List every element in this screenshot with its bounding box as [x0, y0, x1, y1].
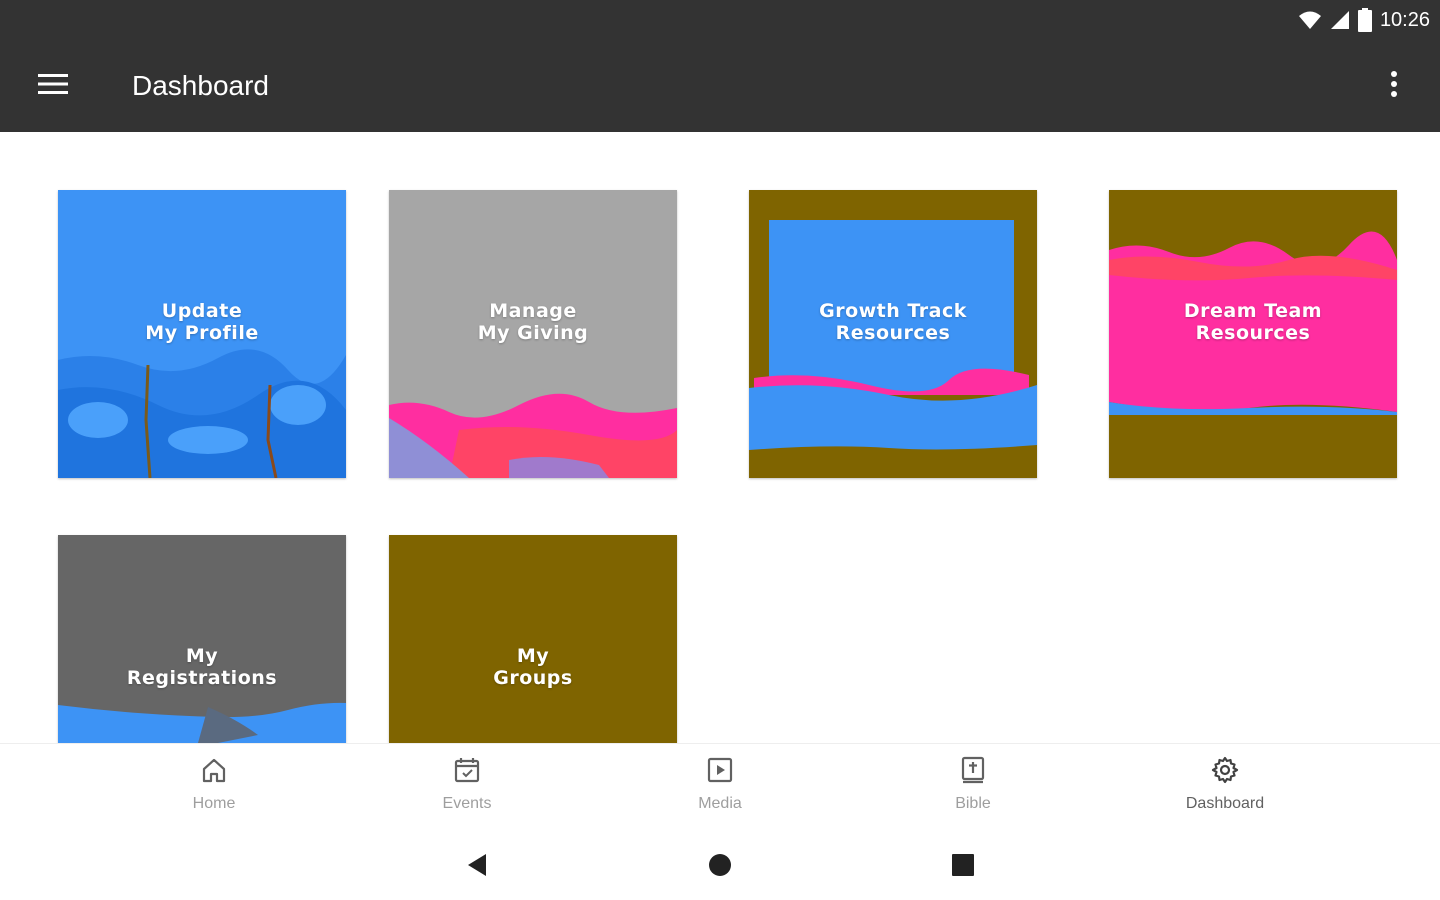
- overflow-menu-icon: [1390, 70, 1398, 103]
- gear-icon: [1211, 756, 1239, 789]
- system-back-button[interactable]: [461, 851, 493, 883]
- tile-update-my-profile[interactable]: Update My Profile: [58, 190, 346, 478]
- tile-label-line1: Manage: [489, 300, 577, 322]
- signal-icon: [1330, 10, 1350, 30]
- recents-icon: [951, 853, 975, 882]
- calendar-icon: [453, 756, 481, 789]
- battery-icon: [1357, 8, 1372, 32]
- tile-label-line2: Registrations: [126, 667, 278, 689]
- menu-icon: [38, 72, 68, 101]
- status-bar: 10:26: [0, 0, 1440, 40]
- tile-label-line1: Dream Team: [1183, 300, 1323, 322]
- tile-image: [58, 535, 346, 743]
- bible-icon: [959, 756, 987, 789]
- tile-label: My Groups: [389, 645, 677, 689]
- menu-button[interactable]: [24, 64, 84, 108]
- nav-item-bible[interactable]: Bible: [893, 756, 1053, 826]
- status-icons: 10:26: [1298, 6, 1430, 34]
- tile-label-line1: Update: [161, 300, 243, 322]
- tile-label: Dream Team Resources: [1109, 300, 1397, 344]
- tile-label-line2: Resources: [835, 322, 951, 344]
- nav-label-bible: Bible: [955, 795, 991, 812]
- bottom-navigation: Home Events Media Bible Dashboard: [0, 743, 1440, 833]
- tile-label-line2: Resources: [1195, 322, 1311, 344]
- tile-label: Update My Profile: [58, 300, 346, 344]
- nav-item-dashboard[interactable]: Dashboard: [1145, 756, 1305, 826]
- nav-label-media: Media: [698, 795, 742, 812]
- system-recents-button[interactable]: [947, 851, 979, 883]
- tile-my-groups[interactable]: My Groups: [389, 535, 677, 743]
- page-title: Dashboard: [132, 70, 269, 101]
- tile-label-line1: My: [185, 645, 219, 667]
- nav-item-events[interactable]: Events: [387, 756, 547, 826]
- overflow-menu-button[interactable]: [1372, 64, 1416, 108]
- system-home-button[interactable]: [704, 851, 736, 883]
- tile-growth-track-resources[interactable]: Growth Track Resources: [749, 190, 1037, 478]
- back-icon: [464, 852, 490, 883]
- status-time: 10:26: [1379, 8, 1430, 31]
- tile-label: Manage My Giving: [389, 300, 677, 344]
- tile-label-line2: Groups: [493, 667, 573, 689]
- system-navigation-bar: [0, 833, 1440, 900]
- nav-label-events: Events: [442, 795, 492, 812]
- nav-label-dashboard: Dashboard: [1185, 795, 1265, 812]
- home-circle-icon: [708, 853, 732, 882]
- tile-label-line1: Growth Track: [819, 300, 967, 322]
- play-icon: [706, 756, 734, 789]
- nav-item-media[interactable]: Media: [640, 756, 800, 826]
- nav-item-home[interactable]: Home: [134, 756, 294, 826]
- nav-label-home: Home: [192, 795, 236, 812]
- wifi-icon: [1298, 10, 1322, 30]
- home-icon: [200, 756, 228, 789]
- tile-image: [389, 535, 677, 743]
- tile-label-line2: My Giving: [477, 322, 589, 344]
- tile-label-line2: My Profile: [145, 322, 259, 344]
- tile-manage-my-giving[interactable]: Manage My Giving: [389, 190, 677, 478]
- tile-my-registrations[interactable]: My Registrations: [58, 535, 346, 743]
- tile-label: Growth Track Resources: [749, 300, 1037, 344]
- app-bar: Dashboard: [0, 40, 1440, 132]
- tile-label: My Registrations: [58, 645, 346, 689]
- tile-label-line1: My: [516, 645, 550, 667]
- tile-dream-team-resources[interactable]: Dream Team Resources: [1109, 190, 1397, 478]
